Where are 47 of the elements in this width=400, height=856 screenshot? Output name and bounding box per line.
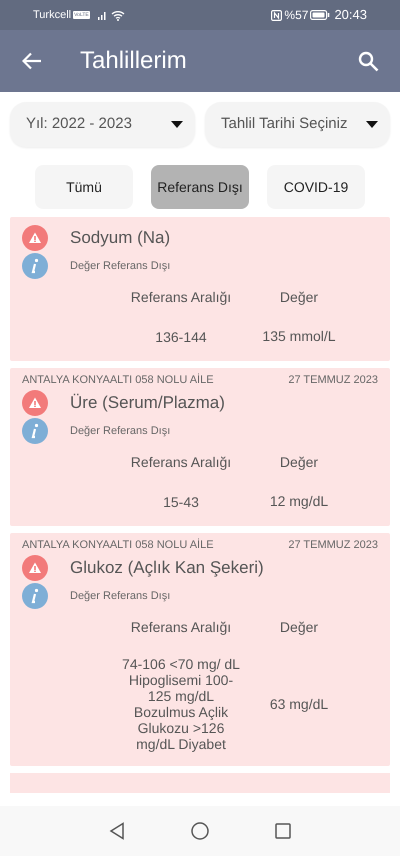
filter-tab[interactable]: Referans Dışı <box>151 165 249 209</box>
filter-tab[interactable]: COVID-19 <box>267 165 365 209</box>
filter-tab[interactable]: Tümü <box>35 165 133 209</box>
column-header: Değer <box>278 618 320 637</box>
warning-icon <box>22 555 48 581</box>
warning-icon <box>22 390 48 416</box>
column-header: Değer <box>278 453 320 472</box>
nfc-icon <box>271 10 282 20</box>
dropdown[interactable]: Tahlil Tarihi Seçiniz <box>205 102 390 147</box>
status-text: Değer Referans Dışı <box>70 424 170 439</box>
battery-percent: %57 <box>284 7 308 24</box>
reference-range: 136-144 <box>154 328 208 344</box>
warning-icon <box>22 225 48 251</box>
result-value: 63 mg/dL <box>268 694 330 714</box>
test-name: Üre (Serum/Plazma) <box>70 392 225 414</box>
reference-range: 15-43 <box>162 494 200 510</box>
column-header: Değer <box>278 288 320 307</box>
status-text: Değer Referans Dışı <box>70 588 170 604</box>
caret-icon <box>171 121 183 128</box>
column-header: Referans Aralığı <box>130 453 232 472</box>
battery-icon <box>310 10 330 20</box>
institution-name: ANTALYA KONYAALTI 058 NOLU AİLE <box>22 372 214 388</box>
column-header: Referans Aralığı <box>130 288 232 307</box>
result-value: 135 mmol/L <box>261 327 337 346</box>
search-button[interactable] <box>356 49 380 73</box>
caret-icon <box>366 121 378 128</box>
info-icon <box>22 583 48 609</box>
carrier-name: Turkcell <box>33 8 72 23</box>
wifi-icon <box>110 10 125 20</box>
test-name: Glukoz (Açlık Kan Şekeri) <box>70 557 264 580</box>
home-nav-icon[interactable] <box>191 822 209 840</box>
recents-nav-icon[interactable] <box>275 823 291 839</box>
signal-icon <box>98 10 108 20</box>
test-name: Sodyum (Na) <box>70 227 170 250</box>
institution-name: ANTALYA KONYAALTI 058 NOLU AİLE <box>22 538 214 553</box>
clock-time: 20:43 <box>334 6 367 24</box>
result-date: 27 TEMMUZ 2023 <box>288 538 378 553</box>
result-date: 27 TEMMUZ 2023 <box>288 373 378 388</box>
back-nav-icon[interactable] <box>109 822 125 840</box>
dropdown[interactable]: Yıl: 2022 - 2023 <box>10 102 195 147</box>
reference-range: 74-106 <70 mg/ dL Hipoglisemi 100-125 mg/dL Bozulmus Açlik Glukozu >126 mg/dL Diyabet <box>122 656 240 752</box>
result-value: 12 mg/dL <box>268 492 330 511</box>
status-text: Değer Referans Dışı <box>70 258 170 274</box>
screen-title: Tahlillerim <box>80 46 188 76</box>
info-icon <box>22 418 48 444</box>
info-icon <box>22 253 48 279</box>
column-header: Referans Aralığı <box>130 618 232 637</box>
